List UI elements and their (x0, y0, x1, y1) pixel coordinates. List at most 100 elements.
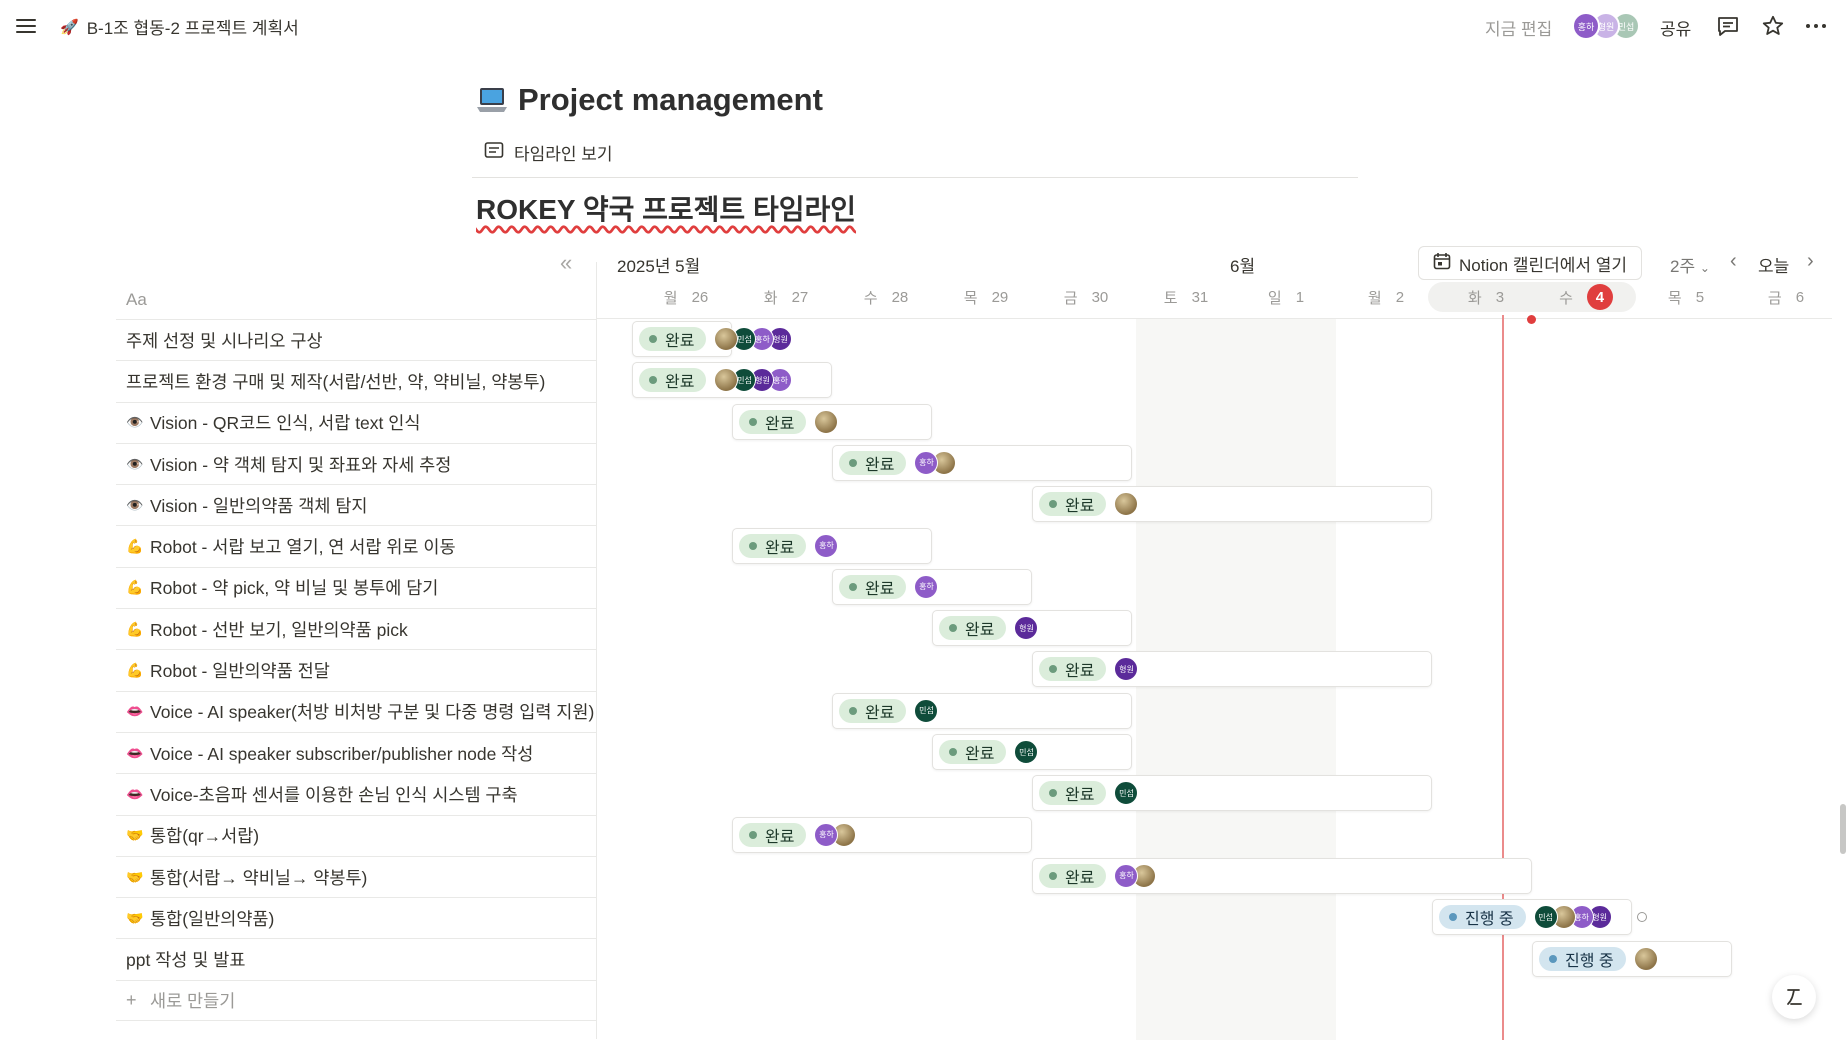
task-row[interactable]: 💪 Robot - 일반의약품 전달 (116, 649, 596, 690)
timeline-bar[interactable]: 완료 홍하 (832, 444, 1132, 481)
timeline-bar[interactable]: 완료 민섭 홍하 형원 (632, 321, 793, 357)
status-dot-icon (1449, 913, 1457, 922)
zoom-select[interactable]: 2주 ⌄ (1670, 252, 1710, 277)
day-of-week: 수 (1559, 289, 1573, 307)
assignee-avatar[interactable]: 민섭 (1533, 905, 1558, 930)
task-emoji-icon: 👄 (126, 703, 144, 720)
day-number: 4 (1586, 284, 1613, 310)
day-label: 화3 (1436, 282, 1536, 312)
status-badge: 완료 (739, 409, 807, 434)
assignee-avatar[interactable]: 형원 (1014, 616, 1039, 641)
assignees: 민섭 (1014, 740, 1039, 764)
comment-icon[interactable] (1716, 14, 1740, 38)
breadcrumb-title: B-1조 협동-2 프로젝트 계획서 (86, 19, 299, 38)
prev-icon[interactable]: ‹ (1730, 250, 1737, 273)
status-badge: 완료 (1039, 492, 1107, 517)
month-label: 2025년 5월 (617, 257, 701, 276)
timeline-bar[interactable]: 완료 홍하 (732, 816, 1032, 853)
assignees (814, 409, 839, 434)
assignee-avatar[interactable] (1114, 492, 1139, 517)
task-name: Robot - 서랍 보고 열기, 연 서랍 위로 이동 (150, 537, 456, 558)
timeline-bar[interactable]: 완료 홍하 (832, 568, 1032, 605)
day-of-week: 목 (963, 289, 978, 307)
collaborator-avatars[interactable]: 홍하 형원 민섭 (1572, 12, 1642, 40)
day-number: 2 (1395, 288, 1405, 306)
star-icon[interactable] (1761, 14, 1785, 38)
name-column-header[interactable]: Aa (126, 290, 147, 310)
timeline-bar[interactable]: 완료 (732, 403, 932, 440)
task-name: Vision - 약 객체 탐지 및 좌표와 자세 추정 (150, 454, 452, 475)
assignee-avatar[interactable]: 민섭 (914, 698, 939, 723)
day-label: 금6 (1736, 282, 1836, 312)
timeline-bar[interactable]: 완료 형원 (932, 610, 1132, 647)
task-row[interactable]: 💪 Robot - 약 pick, 약 비닐 및 봉투에 담기 (116, 566, 596, 608)
task-row[interactable]: ppt 작성 및 발표 (116, 938, 596, 979)
task-name: Robot - 선반 보기, 일반의약품 pick (150, 619, 408, 640)
avatar[interactable]: 홍하 (1572, 12, 1600, 40)
breadcrumb[interactable]: 🚀 B-1조 협동-2 프로젝트 계획서 (60, 14, 299, 39)
more-icon[interactable] (1804, 14, 1828, 38)
menu-icon[interactable] (14, 14, 38, 38)
new-item-button[interactable]: + 새로 만들기 (116, 979, 596, 1022)
scrollbar[interactable] (1840, 804, 1846, 854)
notion-ai-icon[interactable] (1772, 975, 1816, 1019)
today-marker (1527, 315, 1536, 324)
status-dot-icon (949, 748, 957, 756)
timeline-view-tab[interactable]: 타임라인 보기 (484, 140, 613, 165)
day-of-week: 토 (1163, 289, 1178, 307)
task-row[interactable]: 👁️ Vision - 일반의약품 객체 탐지 (116, 484, 596, 525)
timeline-bar[interactable]: 진행 중 (1532, 940, 1732, 977)
calendar-icon (1433, 252, 1451, 275)
task-row[interactable]: 👄 Voice - AI speaker(처방 비처방 구분 및 다중 명령 입력… (116, 690, 596, 732)
timeline-bar[interactable]: 완료 (1032, 486, 1432, 523)
timeline-bar[interactable]: 완료 민섭 (1032, 775, 1432, 812)
task-row[interactable]: 🤝 통합(qr→서랍) (116, 814, 596, 856)
assignee-avatar[interactable] (814, 409, 839, 434)
task-row[interactable]: 👄 Voice - AI speaker subscriber/publisher… (116, 731, 596, 773)
task-row[interactable]: 👁️ Vision - QR코드 인식, 서랍 text 인식 (116, 401, 596, 443)
open-calendar-button[interactable]: Notion 캘린더에서 열기 (1418, 246, 1643, 280)
task-emoji-icon: 👁️ (126, 496, 144, 513)
task-row[interactable]: 프로젝트 환경 구매 및 제작(서랍/선반, 약, 약비닐, 약봉투) (116, 360, 596, 401)
assignee-avatar[interactable]: 홍하 (814, 822, 839, 847)
timeline-bar[interactable]: 완료 홍하 (1032, 857, 1532, 894)
assignee-avatar[interactable]: 홍하 (914, 574, 939, 599)
task-row[interactable]: 👄 Voice-초음파 센서를 이용한 손님 인식 시스템 구축 (116, 773, 596, 814)
task-row[interactable]: 💪 Robot - 선반 보기, 일반의약품 pick (116, 608, 596, 649)
collapse-sidebar-icon[interactable]: « (560, 250, 572, 276)
assignee-avatar[interactable]: 형원 (1114, 657, 1139, 682)
task-row[interactable]: 주제 선정 및 시나리오 구상 (116, 319, 596, 360)
timeline-bar[interactable]: 완료 민섭 형원 홍하 (632, 362, 832, 399)
next-icon[interactable]: › (1807, 250, 1814, 273)
task-list: 주제 선정 및 시나리오 구상 프로젝트 환경 구매 및 제작(서랍/선반, 약,… (116, 319, 596, 1022)
timeline-title[interactable]: ROKEY 약국 프로젝트 타임라인 (476, 188, 856, 228)
view-tab-label: 타임라인 보기 (514, 145, 613, 164)
task-emoji-icon: 🤝 (126, 909, 144, 926)
timeline-bar[interactable]: 완료 민섭 (832, 692, 1132, 729)
timeline-bar[interactable]: 완료 민섭 (932, 734, 1132, 770)
task-row[interactable]: 👁️ Vision - 약 객체 탐지 및 좌표와 자세 추정 (116, 442, 596, 484)
task-row[interactable]: 🤝 통합(서랍→ 약비닐→ 약봉투) (116, 855, 596, 897)
task-row[interactable]: 🤝 통합(일반의약품) (116, 897, 596, 938)
assignee-avatar[interactable]: 민섭 (1014, 740, 1039, 764)
task-emoji-icon: 💪 (126, 620, 144, 637)
assignees: 홍하 (814, 822, 857, 847)
assignees: 형원 (1114, 657, 1139, 682)
task-row[interactable]: 💪 Robot - 서랍 보고 열기, 연 서랍 위로 이동 (116, 525, 596, 566)
assignee-avatar[interactable]: 홍하 (814, 533, 839, 558)
timeline-bar[interactable]: 완료 형원 (1032, 651, 1432, 688)
assignees: 민섭 홍하 형원 (714, 327, 793, 351)
timeline-bar[interactable]: 진행 중 민섭 홍하 형원 (1432, 899, 1647, 936)
status-badge: 완료 (639, 327, 707, 351)
today-button[interactable]: 오늘 (1758, 252, 1789, 277)
timeline-bar[interactable]: 완료 홍하 (732, 527, 932, 564)
assignee-avatar[interactable]: 민섭 (1114, 781, 1139, 806)
dependency-handle-icon[interactable] (1637, 912, 1647, 923)
status-dot-icon (949, 624, 957, 633)
day-of-week: 금 (1767, 289, 1782, 307)
status-label: 완료 (765, 828, 795, 846)
day-label: 목 29 (936, 282, 1036, 312)
share-button[interactable]: 공유 (1660, 15, 1691, 40)
status-label: 완료 (1065, 498, 1095, 516)
assignee-avatar[interactable] (1633, 946, 1658, 971)
